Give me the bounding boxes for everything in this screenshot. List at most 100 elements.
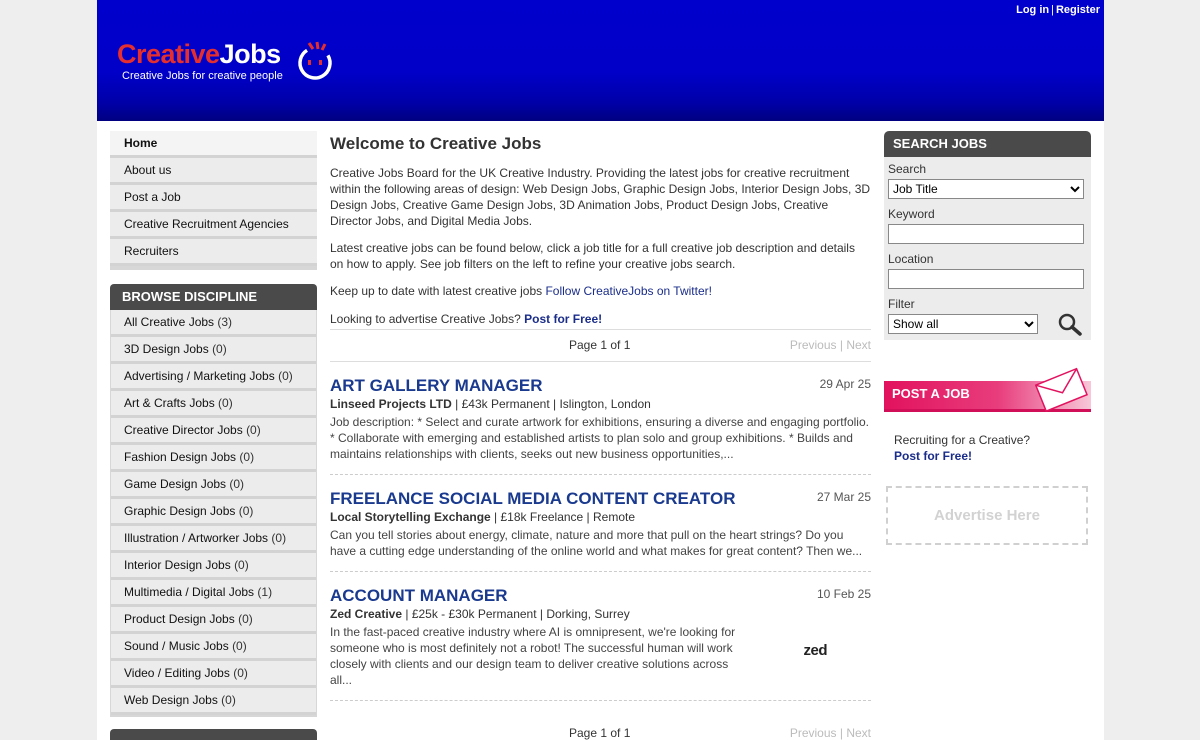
- discipline-count: (0): [271, 531, 287, 545]
- post-job-free-link[interactable]: Post for Free!: [894, 449, 972, 463]
- page-indicator: Page 1 of 1: [569, 338, 631, 352]
- location-label: Location: [888, 252, 934, 266]
- job-title-link[interactable]: FREELANCE SOCIAL MEDIA CONTENT CREATOR: [330, 489, 871, 509]
- job-description: In the fast-paced creative industry wher…: [330, 625, 736, 687]
- auth-separator: |: [1051, 4, 1054, 16]
- discipline-item[interactable]: Advertising / Marketing Jobs (0): [111, 364, 316, 391]
- site-header: Log in | Register CreativeJobs Creative Jo…: [97, 0, 1104, 121]
- post-job-text: Recruiting for a Creative? Post for Free…: [884, 414, 1091, 464]
- nav-item-post-job[interactable]: Post a Job: [110, 185, 317, 212]
- post-free-link[interactable]: Post for Free!: [524, 312, 602, 326]
- register-link[interactable]: Register: [1056, 4, 1100, 16]
- nav-item-agencies[interactable]: Creative Recruitment Agencies: [110, 212, 317, 239]
- nav-item-home[interactable]: Home: [110, 131, 317, 158]
- discipline-list: All Creative Jobs (3) 3D Design Jobs (0)…: [110, 310, 317, 717]
- discipline-item[interactable]: Creative Director Jobs (0): [111, 418, 316, 445]
- pager-top: Page 1 of 1 Previous | Next: [330, 329, 871, 362]
- discipline-item[interactable]: 3D Design Jobs (0): [111, 337, 316, 364]
- discipline-item[interactable]: Multimedia / Digital Jobs (1): [111, 580, 316, 607]
- discipline-count: (0): [229, 477, 245, 491]
- keyword-label: Keyword: [888, 207, 935, 221]
- keyword-input[interactable]: [888, 224, 1084, 244]
- discipline-count: (0): [238, 612, 253, 626]
- discipline-count: (0): [212, 342, 227, 356]
- job-details: | £43k Permanent | Islington, London: [451, 397, 651, 411]
- discipline-label: Video / Editing Jobs: [124, 666, 230, 680]
- page: Log in | Register CreativeJobs Creative Jo…: [97, 0, 1104, 740]
- discipline-count: (0): [221, 693, 236, 707]
- job-company: Local Storytelling Exchange: [330, 510, 491, 524]
- job-date: 27 Mar 25: [816, 490, 871, 504]
- filter-select[interactable]: Show all: [888, 314, 1038, 334]
- discipline-item[interactable]: Art & Crafts Jobs (0): [111, 391, 316, 418]
- pager-separator: |: [839, 726, 843, 740]
- discipline-item[interactable]: Interior Design Jobs (0): [111, 553, 316, 580]
- job-description: Can you tell stories about energy, clima…: [330, 528, 863, 558]
- search-jobs-panel: SEARCH JOBS Search Job Title Keyword Loc…: [884, 131, 1091, 340]
- pager-nav: Previous | Next: [790, 726, 871, 740]
- job-meta: Local Storytelling Exchange | £18k Freel…: [330, 510, 871, 524]
- discipline-label: 3D Design Jobs: [124, 342, 209, 356]
- discipline-label: Illustration / Artworker Jobs: [124, 531, 269, 545]
- site-logo[interactable]: CreativeJobs Creative Jobs for creative …: [117, 40, 283, 82]
- discipline-count: (0): [233, 666, 248, 680]
- page-indicator: Page 1 of 1: [569, 726, 631, 740]
- discipline-count: (1): [257, 585, 273, 599]
- search-type-select[interactable]: Job Title: [888, 179, 1084, 199]
- nav-item-recruiters[interactable]: Recruiters: [110, 239, 317, 266]
- job-title-link[interactable]: ART GALLERY MANAGER: [330, 376, 871, 396]
- page-title: Welcome to Creative Jobs: [330, 134, 542, 153]
- next-link[interactable]: Next: [846, 726, 871, 740]
- twitter-line: Keep up to date with latest creative job…: [330, 283, 871, 299]
- discipline-label: Fashion Design Jobs: [124, 450, 237, 464]
- previous-link[interactable]: Previous: [790, 726, 837, 740]
- magnifier-icon[interactable]: [1057, 312, 1083, 336]
- discipline-item[interactable]: Web Design Jobs (0): [111, 688, 316, 715]
- logo-word-creative: Creative: [117, 39, 220, 69]
- discipline-item[interactable]: Fashion Design Jobs (0): [111, 445, 316, 472]
- discipline-item[interactable]: Graphic Design Jobs (0): [111, 499, 316, 526]
- job-date: 10 Feb 25: [816, 587, 871, 601]
- latest-text: Latest creative jobs can be found below,…: [330, 241, 855, 271]
- discipline-count: (0): [238, 504, 254, 518]
- discipline-item[interactable]: Product Design Jobs (0): [111, 607, 316, 634]
- left-sidebar: Home About us Post a Job Creative Recrui…: [110, 131, 317, 740]
- logo-tagline: Creative Jobs for creative people: [122, 70, 283, 82]
- discipline-count: (0): [218, 396, 233, 410]
- search-label: Search: [888, 162, 927, 176]
- discipline-label: Art & Crafts Jobs: [124, 396, 215, 410]
- smiley-face-icon: [295, 40, 335, 85]
- login-link[interactable]: Log in: [1016, 4, 1049, 16]
- job-listing: ACCOUNT MANAGER 10 Feb 25 Zed Creative |…: [330, 572, 871, 701]
- discipline-item[interactable]: All Creative Jobs (3): [111, 310, 316, 337]
- location-input[interactable]: [888, 269, 1084, 289]
- advertise-prefix: Looking to advertise Creative Jobs?: [330, 312, 525, 326]
- discipline-label: Sound / Music Jobs: [124, 639, 229, 653]
- advertise-here-box[interactable]: Advertise Here: [886, 486, 1088, 545]
- advertise-line: Looking to advertise Creative Jobs? Post…: [330, 311, 871, 327]
- job-title-link[interactable]: ACCOUNT MANAGER: [330, 586, 871, 606]
- next-link[interactable]: Next: [846, 338, 871, 352]
- job-details: | £25k - £30k Permanent | Dorking, Surre…: [402, 607, 630, 621]
- discipline-count: (0): [234, 558, 249, 572]
- main-nav: Home About us Post a Job Creative Recrui…: [110, 131, 317, 270]
- job-meta: Linseed Projects LTD | £43k Permanent | …: [330, 397, 871, 411]
- discipline-count: (3): [217, 315, 233, 329]
- discipline-item[interactable]: Game Design Jobs (0): [111, 472, 316, 499]
- envelope-icon: [1031, 366, 1091, 415]
- browse-discipline-heading: BROWSE DISCIPLINE: [110, 284, 317, 310]
- job-listing: FREELANCE SOCIAL MEDIA CONTENT CREATOR 2…: [330, 475, 871, 572]
- discipline-label: Graphic Design Jobs: [124, 504, 236, 518]
- discipline-item[interactable]: Illustration / Artworker Jobs (0): [111, 526, 316, 553]
- discipline-label: All Creative Jobs: [124, 315, 215, 329]
- main-content: Welcome to Creative Jobs Creative Jobs B…: [330, 131, 871, 740]
- filter-label: Filter: [888, 297, 915, 311]
- previous-link[interactable]: Previous: [790, 338, 837, 352]
- discipline-count: (0): [246, 423, 261, 437]
- discipline-item[interactable]: Video / Editing Jobs (0): [111, 661, 316, 688]
- company-logo[interactable]: zed: [803, 642, 827, 659]
- discipline-item[interactable]: Sound / Music Jobs (0): [111, 634, 316, 661]
- discipline-label: Game Design Jobs: [124, 477, 227, 491]
- nav-item-about[interactable]: About us: [110, 158, 317, 185]
- twitter-link[interactable]: Follow CreativeJobs on Twitter!: [545, 284, 712, 298]
